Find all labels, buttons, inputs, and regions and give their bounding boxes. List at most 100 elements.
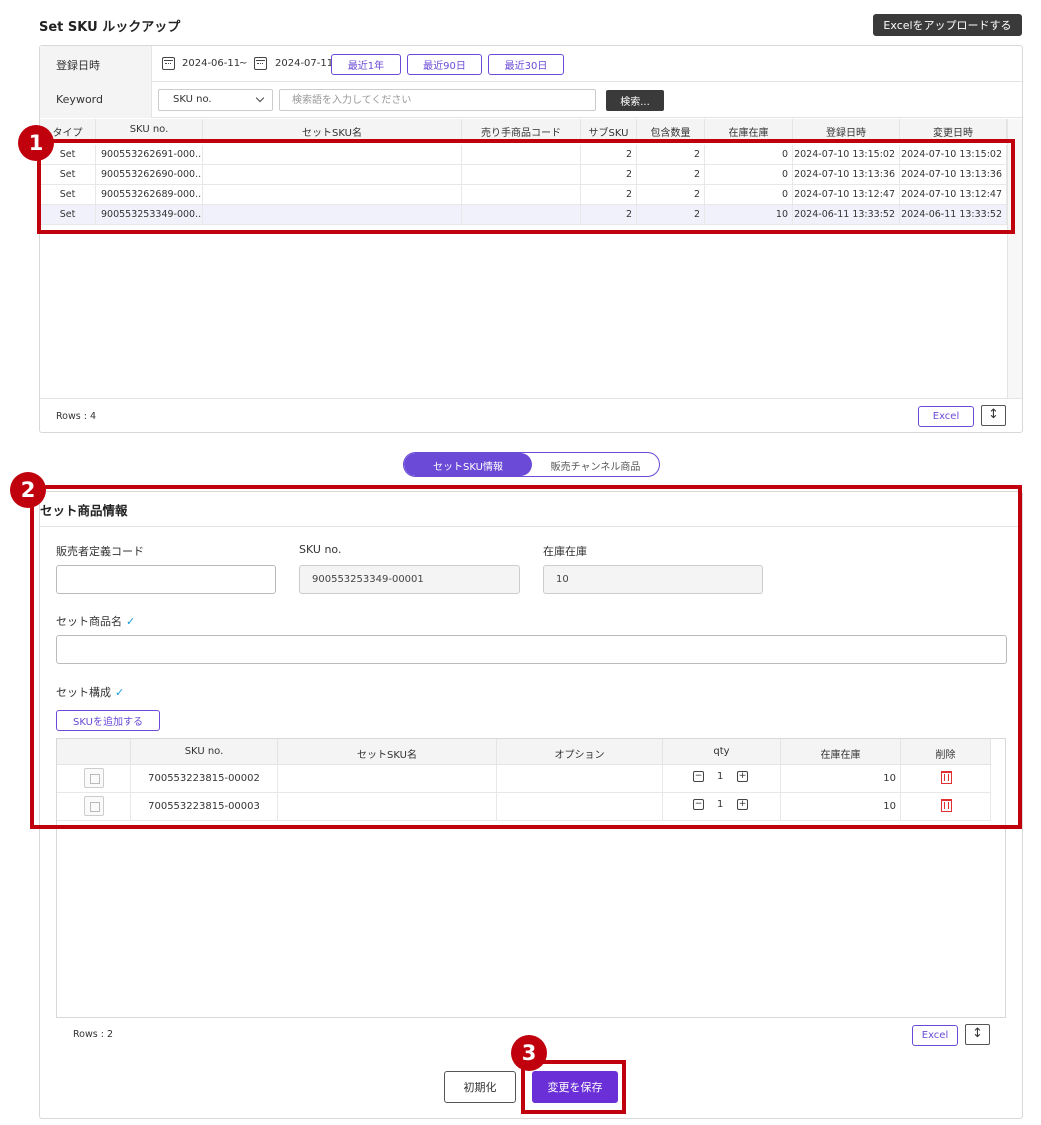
date-filter-row: 登録日時 2024-06-11 ~ 2024-07-11 最近1年 最近90日 … bbox=[40, 46, 1022, 82]
column-header[interactable]: SKU no. bbox=[131, 739, 278, 765]
keyword-field-select[interactable]: SKU no. bbox=[158, 89, 273, 111]
qty-value: 1 bbox=[717, 771, 724, 782]
cell-quantity: 2 bbox=[637, 205, 705, 225]
cell-stock: 10 bbox=[781, 765, 901, 793]
grid-scrollbar[interactable] bbox=[1007, 119, 1022, 399]
column-header[interactable]: 在庫在庫 bbox=[781, 739, 901, 765]
annotation-badge-2: 2 bbox=[10, 472, 46, 508]
column-header[interactable]: 変更日時 bbox=[900, 119, 1007, 141]
excel-export-button[interactable]: Excel bbox=[912, 1025, 958, 1046]
cell-type: Set bbox=[40, 205, 96, 225]
sku-no-label: SKU no. bbox=[299, 543, 342, 556]
cell-thumbnail bbox=[57, 793, 131, 821]
set-name-input[interactable] bbox=[56, 635, 1007, 664]
quantity-stepper: − 1 + bbox=[693, 799, 753, 813]
cell-type: Set bbox=[40, 165, 96, 185]
minus-icon[interactable]: − bbox=[693, 799, 704, 810]
set-product-info-section: セット商品情報 販売者定義コード SKU no. 在庫在庫 セット商品名 ✓ セッ… bbox=[39, 491, 1023, 1119]
column-header[interactable]: 削除 bbox=[901, 739, 991, 765]
add-sku-button[interactable]: SKUを追加する bbox=[56, 710, 160, 731]
cell-sku: 900553262689-000... bbox=[96, 185, 203, 205]
date-filter-label: 登録日時 bbox=[40, 46, 152, 82]
stock-label: 在庫在庫 bbox=[543, 545, 587, 558]
trash-icon[interactable] bbox=[941, 771, 952, 784]
column-header[interactable]: セットSKU名 bbox=[278, 739, 497, 765]
column-header[interactable]: 包含数量 bbox=[637, 119, 705, 141]
date-separator: ~ bbox=[239, 58, 248, 69]
cell-delete bbox=[901, 765, 991, 793]
cell-qty: − 1 + bbox=[663, 793, 781, 821]
tab-set-sku-info[interactable]: セットSKU情報 bbox=[404, 453, 532, 476]
cell-sub-sku: 2 bbox=[581, 145, 637, 165]
cell-qty: − 1 + bbox=[663, 765, 781, 793]
expand-icon[interactable]: ↕ bbox=[965, 1024, 990, 1045]
cell-quantity: 2 bbox=[637, 165, 705, 185]
date-to[interactable]: 2024-07-11 bbox=[275, 58, 333, 69]
cell-stock: 10 bbox=[705, 205, 793, 225]
section-divider bbox=[40, 526, 1022, 527]
calendar-icon[interactable] bbox=[162, 57, 175, 70]
seller-code-input[interactable] bbox=[56, 565, 276, 594]
cell-set-name bbox=[203, 145, 462, 165]
search-button[interactable]: 検索... bbox=[606, 90, 664, 111]
save-changes-button[interactable]: 変更を保存 bbox=[532, 1071, 618, 1103]
reset-button[interactable]: 初期化 bbox=[444, 1071, 516, 1103]
cell-created: 2024-07-10 13:12:47 bbox=[793, 185, 900, 205]
cell-sku: 700553223815-00003 bbox=[131, 793, 278, 821]
column-header[interactable]: SKU no. bbox=[96, 119, 203, 141]
preset-30-days-button[interactable]: 最近30日 bbox=[488, 54, 564, 75]
column-header[interactable]: 在庫在庫 bbox=[705, 119, 793, 141]
cell-stock: 0 bbox=[705, 145, 793, 165]
cell-modified: 2024-07-10 13:13:36 bbox=[900, 165, 1007, 185]
date-from[interactable]: 2024-06-11 bbox=[182, 58, 240, 69]
column-header[interactable]: サブSKU bbox=[581, 119, 637, 141]
cell-quantity: 2 bbox=[637, 185, 705, 205]
keyword-search-input[interactable] bbox=[279, 89, 596, 111]
cell-modified: 2024-07-10 13:15:02 bbox=[900, 145, 1007, 165]
cell-sub-sku: 2 bbox=[581, 185, 637, 205]
sku-no-field bbox=[299, 565, 520, 594]
grid-footer: Rows : 4 Excel ↕ bbox=[40, 398, 1022, 432]
cell-option bbox=[497, 765, 663, 793]
cell-seller-code bbox=[462, 165, 581, 185]
rows-count: Rows : 2 bbox=[73, 1029, 113, 1040]
set-composition-grid: SKU no. セットSKU名 オプション qty 在庫在庫 削除 700553… bbox=[56, 738, 1006, 1018]
calendar-icon[interactable] bbox=[254, 57, 267, 70]
keyword-filter-row: Keyword SKU no. 検索... bbox=[40, 82, 1022, 118]
tab-sales-channel-products[interactable]: 販売チャンネル商品 bbox=[532, 453, 659, 476]
chevron-down-icon bbox=[255, 93, 265, 103]
excel-export-button[interactable]: Excel bbox=[918, 406, 974, 427]
upload-excel-button[interactable]: Excelをアップロードする bbox=[873, 14, 1022, 36]
cell-seller-code bbox=[462, 205, 581, 225]
trash-icon[interactable] bbox=[941, 799, 952, 812]
cell-option bbox=[497, 793, 663, 821]
minus-icon[interactable]: − bbox=[693, 771, 704, 782]
preset-1-year-button[interactable]: 最近1年 bbox=[331, 54, 401, 75]
image-placeholder-icon bbox=[84, 768, 104, 788]
column-header[interactable]: セットSKU名 bbox=[203, 119, 462, 141]
cell-set-name bbox=[278, 765, 497, 793]
set-composition-label: セット構成 ✓ bbox=[56, 684, 124, 700]
seller-code-label: 販売者定義コード bbox=[56, 545, 144, 558]
column-header[interactable]: 売り手商品コード bbox=[462, 119, 581, 141]
plus-icon[interactable]: + bbox=[737, 771, 748, 782]
quantity-stepper: − 1 + bbox=[693, 771, 753, 785]
page-title: Set SKU ルックアップ bbox=[39, 20, 181, 35]
check-icon: ✓ bbox=[115, 686, 125, 699]
plus-icon[interactable]: + bbox=[737, 799, 748, 810]
rows-count: Rows : 4 bbox=[56, 411, 96, 422]
column-header bbox=[57, 739, 131, 765]
column-header[interactable]: オプション bbox=[497, 739, 663, 765]
preset-90-days-button[interactable]: 最近90日 bbox=[407, 54, 482, 75]
cell-created: 2024-06-11 13:33:52 bbox=[793, 205, 900, 225]
column-header[interactable]: qty bbox=[663, 739, 781, 765]
section-title: セット商品情報 bbox=[40, 503, 128, 518]
stock-field bbox=[543, 565, 763, 594]
expand-icon[interactable]: ↕ bbox=[981, 405, 1006, 426]
cell-thumbnail bbox=[57, 765, 131, 793]
annotation-badge-1: 1 bbox=[18, 125, 54, 161]
cell-stock: 0 bbox=[705, 165, 793, 185]
cell-delete bbox=[901, 793, 991, 821]
keyword-filter-label: Keyword bbox=[40, 82, 152, 118]
column-header[interactable]: 登録日時 bbox=[793, 119, 900, 141]
